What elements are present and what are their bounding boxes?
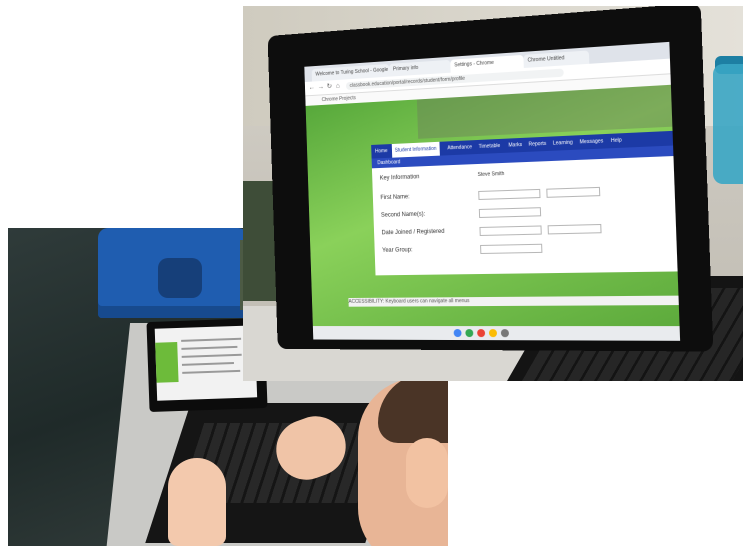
student-form: Key Information Steve Smith First Name: … bbox=[371, 156, 678, 276]
reload-icon[interactable]: ↻ bbox=[327, 83, 333, 91]
nav-item-timetable[interactable]: Timetable bbox=[478, 139, 501, 154]
chair-handle bbox=[158, 258, 202, 298]
form-label: Date Joined / Registered bbox=[381, 228, 445, 237]
launcher-icon[interactable] bbox=[453, 329, 462, 338]
second-name-field[interactable] bbox=[478, 207, 542, 218]
chrome-icon[interactable] bbox=[465, 329, 474, 338]
water-bottle bbox=[713, 64, 743, 184]
date-extra-field[interactable] bbox=[547, 223, 602, 235]
form-label: First Name: bbox=[380, 194, 410, 202]
nav-item-help[interactable]: Help bbox=[611, 133, 622, 148]
nav-item-learning[interactable]: Learning bbox=[553, 136, 573, 151]
browser-screen: Welcome to Turing School - Google ... Pr… bbox=[304, 41, 681, 341]
nav-item-marks[interactable]: Marks bbox=[508, 138, 522, 153]
form-value: Steve Smith bbox=[477, 170, 505, 179]
os-taskbar bbox=[312, 326, 681, 341]
nav-item-messages[interactable]: Messages bbox=[579, 134, 604, 149]
laptop-bezel: Welcome to Turing School - Google ... Pr… bbox=[267, 6, 714, 352]
back-icon[interactable]: ← bbox=[309, 84, 316, 92]
child-ear bbox=[406, 438, 448, 508]
nav-item-attendance[interactable]: Attendance bbox=[447, 140, 472, 155]
name-extra-field[interactable] bbox=[546, 186, 601, 198]
status-bar: ACCESSIBILITY: Keyboard users can naviga… bbox=[348, 295, 679, 307]
first-name-field[interactable] bbox=[478, 188, 541, 200]
laptop-screen-photo: Welcome to Turing School - Google ... Pr… bbox=[243, 6, 743, 381]
form-label: Year Group: bbox=[382, 247, 413, 254]
home-icon[interactable]: ⌂ bbox=[336, 83, 340, 91]
form-label: Second Name(s): bbox=[380, 211, 426, 219]
nav-item-reports[interactable]: Reports bbox=[528, 137, 546, 152]
year-group-field[interactable] bbox=[480, 243, 543, 254]
date-joined-field[interactable] bbox=[479, 225, 542, 236]
forward-icon[interactable]: → bbox=[318, 84, 325, 92]
gmail-icon[interactable] bbox=[477, 329, 486, 338]
settings-icon[interactable] bbox=[500, 329, 510, 338]
files-icon[interactable] bbox=[488, 329, 498, 338]
nav-item-home[interactable]: Home bbox=[375, 144, 388, 158]
left-hand bbox=[168, 458, 226, 546]
form-label: Key Information bbox=[379, 174, 420, 182]
